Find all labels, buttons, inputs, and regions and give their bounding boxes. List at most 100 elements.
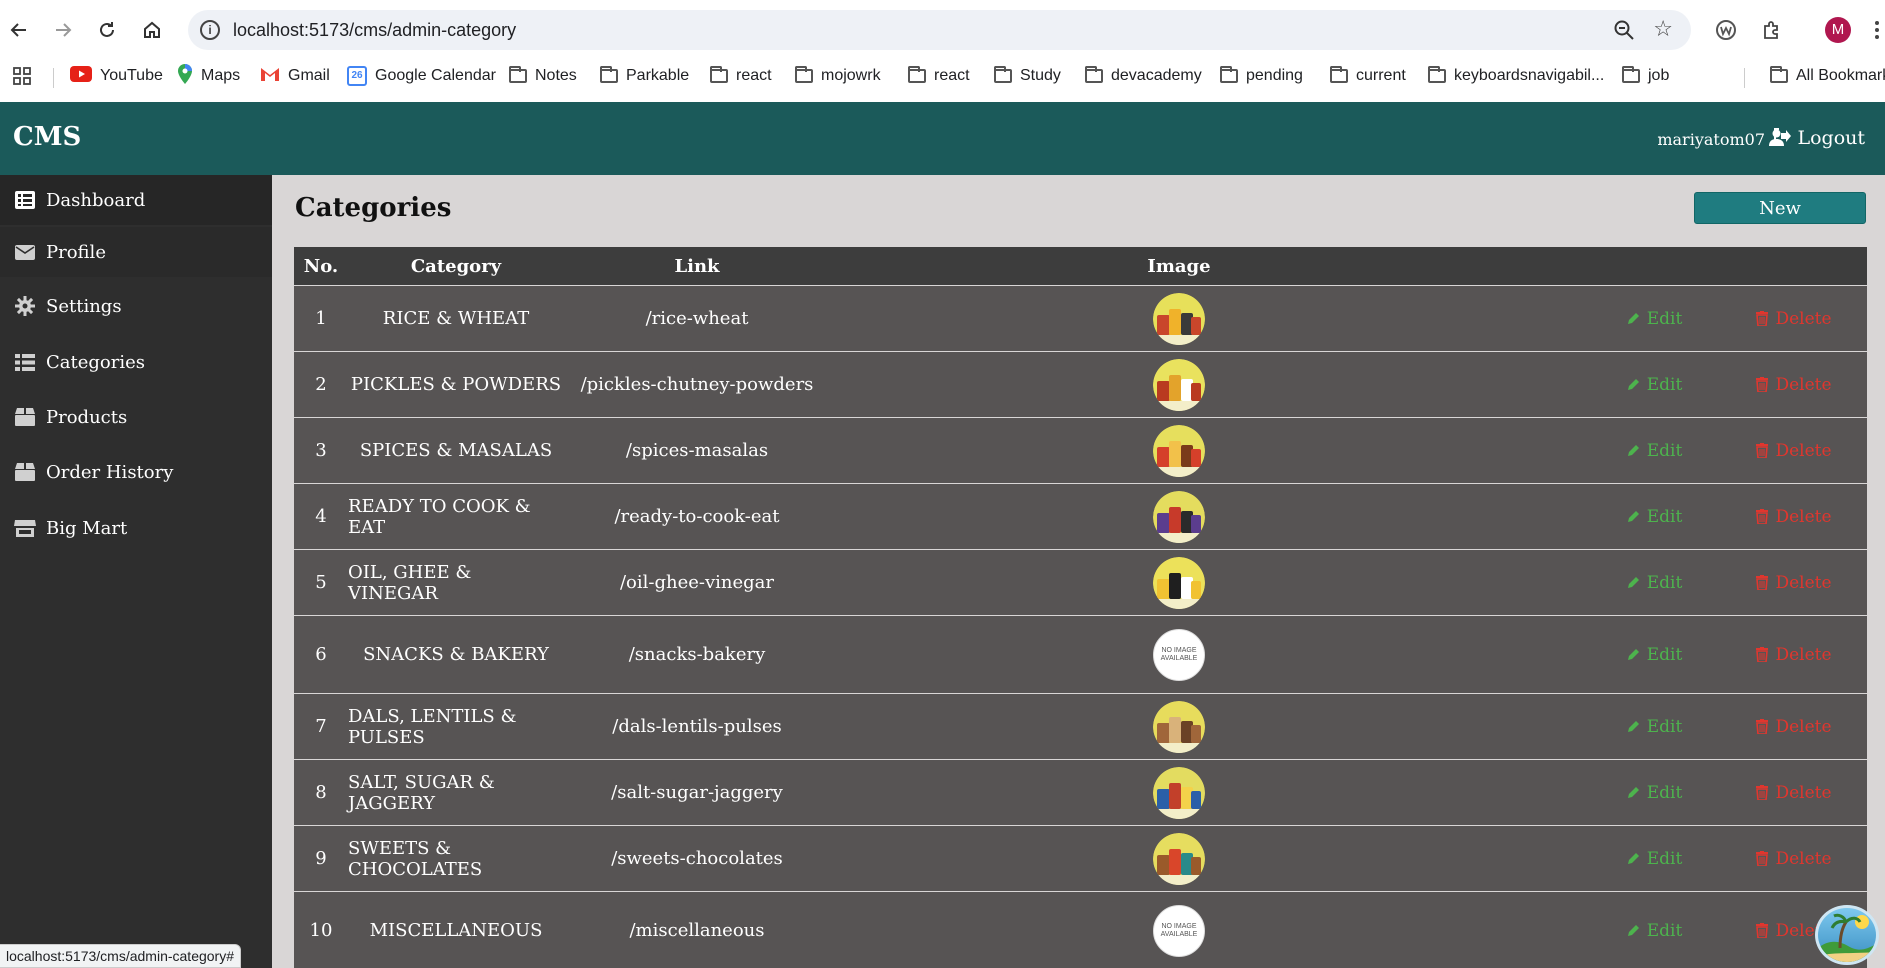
delete-label: Delete (1775, 644, 1832, 665)
forward-icon[interactable] (47, 14, 79, 46)
delete-button[interactable]: Delete (1724, 616, 1864, 693)
store-icon (14, 518, 36, 538)
bookmarks-divider (1744, 68, 1745, 88)
row-image (830, 694, 1528, 759)
delete-button[interactable]: Delete (1724, 352, 1864, 417)
row-image: NO IMAGE AVAILABLE (830, 892, 1528, 968)
bookmark-folder-study[interactable]: Study (994, 64, 1061, 88)
row-image (830, 760, 1528, 825)
no-image-placeholder: NO IMAGE AVAILABLE (1153, 904, 1205, 957)
delete-label: Delete (1775, 440, 1832, 461)
extension-w-icon[interactable] (1712, 16, 1740, 44)
address-bar[interactable]: i localhost:5173/cms/admin-category ☆ (188, 10, 1691, 50)
maps-icon (177, 63, 193, 90)
edit-button[interactable]: Edit (1594, 286, 1714, 351)
delete-button[interactable]: Delete (1724, 484, 1864, 549)
main-content: Categories New No. Category Link Image 1… (272, 175, 1885, 968)
bookmark-maps[interactable]: Maps (177, 63, 240, 90)
bookmark-folder-react-2[interactable]: react (908, 64, 970, 88)
delete-button[interactable]: Delete (1724, 550, 1864, 615)
row-category-link: /oil-ghee-vinegar (619, 572, 775, 593)
back-icon[interactable] (3, 14, 35, 46)
bookmark-folder-keyboards[interactable]: keyboardsnavigabil... (1428, 64, 1604, 88)
brand-logo[interactable]: CMS (13, 122, 81, 152)
category-thumbnail (1153, 424, 1205, 477)
edit-button[interactable]: Edit (1594, 760, 1714, 825)
folder-icon (600, 66, 618, 83)
edit-label: Edit (1646, 716, 1683, 737)
edit-label: Edit (1646, 782, 1683, 803)
all-bookmarks-button[interactable]: All Bookmarks (1770, 64, 1885, 88)
category-thumbnail (1153, 556, 1205, 609)
trash-icon (1756, 377, 1769, 392)
category-thumbnail (1153, 832, 1205, 885)
bookmark-folder-pending[interactable]: pending (1220, 64, 1303, 88)
delete-button[interactable]: Delete (1724, 826, 1864, 891)
row-number: 6 (315, 644, 327, 665)
edit-button[interactable]: Edit (1594, 694, 1714, 759)
bookmark-folder-parkable[interactable]: Parkable (600, 64, 689, 88)
delete-button[interactable]: Delete (1724, 760, 1864, 825)
bookmark-folder-job[interactable]: job (1622, 64, 1669, 88)
zoom-icon[interactable] (1613, 19, 1635, 41)
sidebar-item-order-history[interactable]: Order History (0, 447, 272, 497)
browser-menu-icon[interactable] (1863, 16, 1885, 44)
edit-button[interactable]: Edit (1594, 550, 1714, 615)
category-thumbnail (1153, 700, 1205, 753)
sidebar-item-profile[interactable]: Profile (0, 227, 272, 277)
list-icon (14, 190, 36, 210)
delete-button[interactable]: Delete (1724, 694, 1864, 759)
sidebar-item-dashboard[interactable]: Dashboard (0, 175, 272, 225)
bookmark-folder-mojowrk[interactable]: mojowrk (795, 64, 881, 88)
pencil-icon (1626, 720, 1640, 734)
table-row: 7 DALS, LENTILS & PULSES/dals-lentils-pul… (294, 693, 1867, 759)
pencil-icon (1626, 648, 1640, 662)
bookmark-google-calendar[interactable]: 26 Google Calendar (347, 64, 496, 88)
row-category-name: SWEETS & CHOCOLATES (348, 837, 483, 880)
table-row: 3 SPICES & MASALAS/spices-masalas Edit Dele… (294, 417, 1867, 483)
edit-button[interactable]: Edit (1594, 826, 1714, 891)
delete-button[interactable]: Delete (1724, 286, 1864, 351)
sidebar-item-label: Products (46, 406, 128, 428)
bookmark-folder-notes[interactable]: Notes (509, 64, 577, 88)
delete-label: Delete (1775, 572, 1832, 593)
sidebar-item-settings[interactable]: Settings (0, 281, 272, 331)
row-category-name: DALS, LENTILS & PULSES (348, 705, 517, 748)
column-header-category: Category (410, 255, 502, 277)
edit-button[interactable]: Edit (1594, 484, 1714, 549)
sidebar-item-products[interactable]: Products (0, 392, 272, 442)
bookmark-folder-current[interactable]: current (1330, 64, 1406, 88)
row-image (830, 826, 1528, 891)
apps-grid-icon[interactable] (12, 64, 32, 88)
bookmark-folder-devacademy[interactable]: devacademy (1085, 64, 1202, 88)
sidebar-item-categories[interactable]: Categories (0, 337, 272, 387)
logout-button[interactable]: Logout (1773, 127, 1865, 149)
edit-button[interactable]: Edit (1594, 418, 1714, 483)
floating-widget-icon[interactable] (1815, 905, 1879, 965)
category-thumbnail (1153, 490, 1205, 543)
bookmark-gmail[interactable]: Gmail (260, 64, 330, 88)
folder-icon (1770, 66, 1788, 83)
row-category-link: /rice-wheat (645, 308, 749, 329)
bookmark-star-icon[interactable]: ☆ (1653, 16, 1673, 42)
sidebar-item-label: Big Mart (46, 517, 128, 539)
edit-button[interactable]: Edit (1594, 892, 1714, 968)
address-url[interactable]: localhost:5173/cms/admin-category (233, 20, 516, 41)
sidebar-item-big-mart[interactable]: Big Mart (0, 503, 272, 553)
row-category-link: /dals-lentils-pulses (612, 716, 782, 737)
folder-icon (1220, 66, 1238, 83)
edit-button[interactable]: Edit (1594, 352, 1714, 417)
new-category-button[interactable]: New (1694, 192, 1866, 224)
row-category-link: /salt-sugar-jaggery (611, 782, 783, 803)
pencil-icon (1626, 786, 1640, 800)
user-menu[interactable]: mariyatom07 (1657, 129, 1784, 150)
edit-button[interactable]: Edit (1594, 616, 1714, 693)
reload-icon[interactable] (91, 14, 123, 46)
bookmark-folder-react[interactable]: react (710, 64, 772, 88)
home-icon[interactable] (136, 14, 168, 46)
site-info-icon[interactable]: i (200, 20, 220, 40)
extensions-puzzle-icon[interactable] (1758, 16, 1786, 44)
bookmark-youtube[interactable]: YouTube (70, 64, 163, 88)
delete-button[interactable]: Delete (1724, 418, 1864, 483)
profile-avatar[interactable]: M (1825, 17, 1851, 43)
